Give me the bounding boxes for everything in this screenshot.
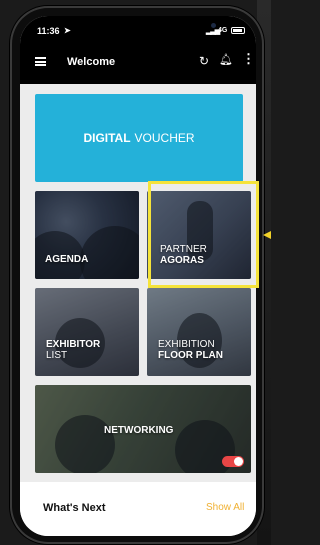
agenda-tile[interactable]: AGENDA — [35, 191, 139, 279]
notch — [86, 16, 216, 38]
agenda-label: AGENDA — [45, 254, 89, 265]
networking-toggle[interactable] — [222, 456, 244, 467]
networking-label: NETWORKING — [104, 425, 174, 436]
show-all-link[interactable]: Show All — [206, 502, 244, 513]
whats-next-title: What's Next — [43, 502, 106, 514]
floor-plan-label: FLOOR PLAN — [158, 350, 223, 361]
app-bar: Welcome ↻ 🔔︎ ⋮ — [20, 44, 256, 84]
network-label: 4G — [218, 27, 228, 34]
whats-next-section: What's Next Show All — [20, 482, 256, 536]
page-title: Welcome — [67, 56, 116, 68]
status-time: 11:36 — [37, 26, 60, 36]
digital-voucher-tile[interactable]: DIGITAL VOUCHER — [35, 94, 243, 182]
menu-icon[interactable] — [35, 57, 46, 66]
highlight-frame — [148, 181, 259, 288]
networking-tile[interactable]: NETWORKING — [35, 385, 251, 473]
more-icon[interactable]: ⋮ — [242, 52, 255, 65]
tile-overlay — [35, 288, 139, 376]
tile-overlay — [35, 191, 139, 279]
status-bar: 11:36 ➤ ▂▃▅ 4G — [20, 16, 256, 44]
refresh-icon[interactable]: ↻ — [199, 54, 209, 68]
battery-icon — [231, 27, 245, 34]
floor-plan-tile[interactable]: EXHIBITION FLOOR PLAN — [147, 288, 251, 376]
exhibition-label: EXHIBITION — [158, 339, 215, 350]
location-arrow-icon: ➤ — [64, 26, 71, 35]
exhibitor-label: EXHIBITOR — [46, 339, 101, 350]
voucher-bold-label: DIGITAL — [83, 131, 131, 145]
list-label: LIST — [46, 350, 68, 361]
pointer-arrow-icon — [263, 231, 271, 239]
exhibitor-list-tile[interactable]: EXHIBITOR LIST — [35, 288, 139, 376]
bell-icon[interactable]: 🔔︎ — [219, 53, 233, 66]
voucher-light-label: VOUCHER — [134, 131, 195, 145]
tile-overlay — [147, 288, 251, 376]
